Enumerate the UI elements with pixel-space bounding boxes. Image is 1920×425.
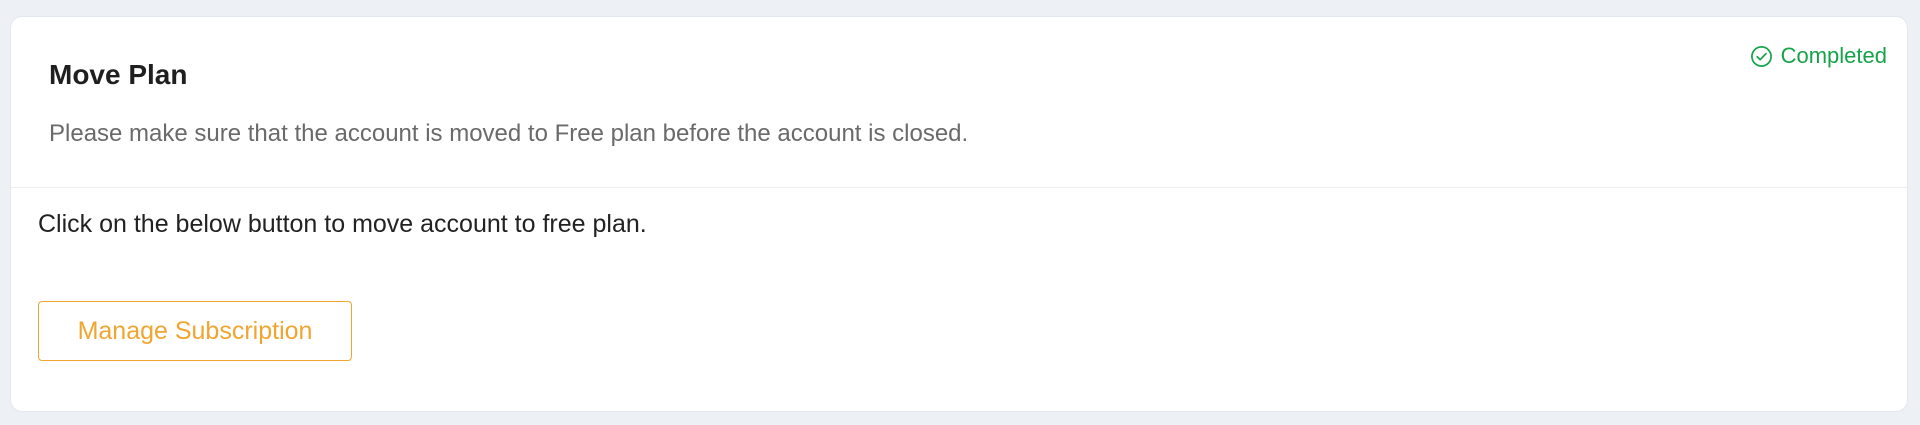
status-label: Completed [1780,43,1887,68]
instruction-text: Click on the below button to move accoun… [38,210,647,238]
card-header: Move Plan Please make sure that the acco… [11,17,1907,188]
manage-subscription-button[interactable]: Manage Subscription [38,301,352,361]
card-title: Move Plan [49,59,188,90]
check-circle-icon [1750,45,1773,68]
status-indicator: Completed [1750,43,1887,69]
card-description: Please make sure that the account is mov… [49,120,969,147]
